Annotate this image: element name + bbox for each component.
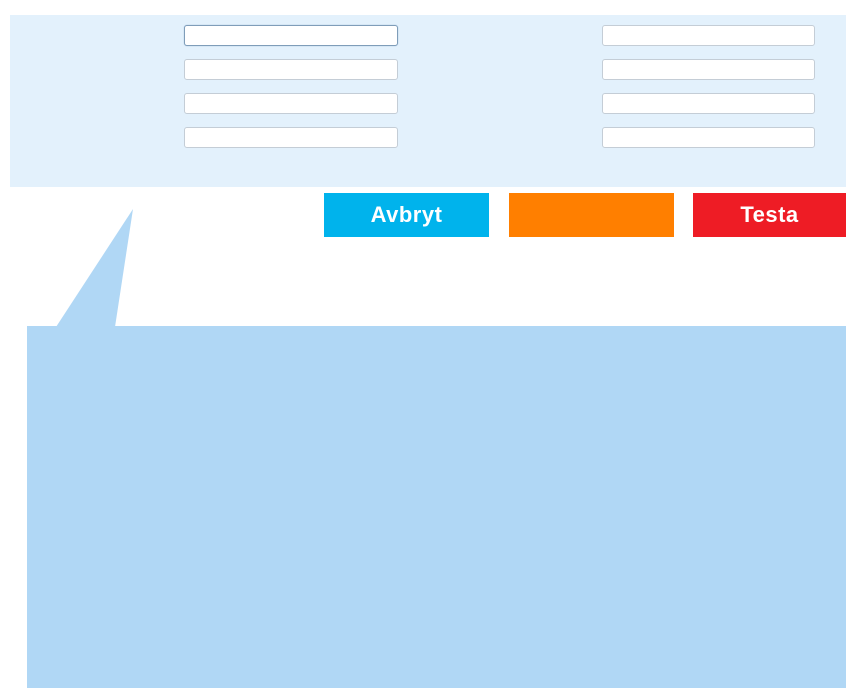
cancel-button[interactable]: Avbryt xyxy=(324,193,489,237)
left-field-3[interactable] xyxy=(184,93,398,114)
left-field-4[interactable] xyxy=(184,127,398,148)
left-field-2[interactable] xyxy=(184,59,398,80)
left-field-1[interactable] xyxy=(184,25,398,46)
right-field-4[interactable] xyxy=(602,127,815,148)
test-button[interactable]: Testa xyxy=(693,193,846,237)
right-field-1[interactable] xyxy=(602,25,815,46)
orange-action-button[interactable] xyxy=(509,193,674,237)
right-field-2[interactable] xyxy=(602,59,815,80)
speech-bubble xyxy=(27,326,846,688)
right-field-3[interactable] xyxy=(602,93,815,114)
